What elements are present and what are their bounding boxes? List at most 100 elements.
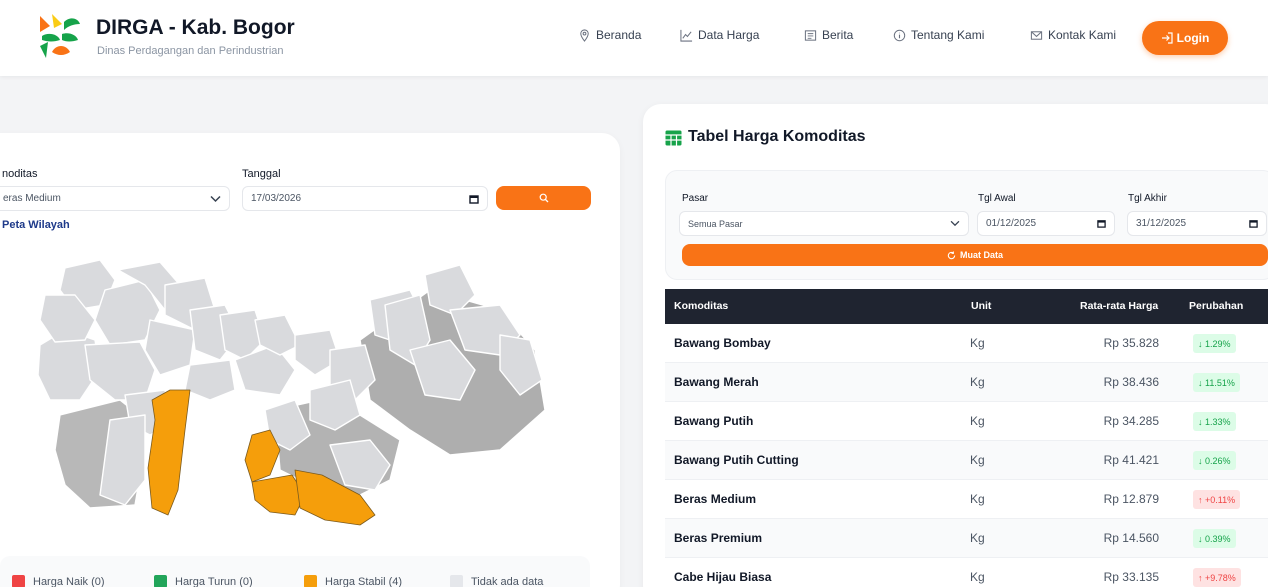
nav-data-harga[interactable]: Data Harga (680, 28, 759, 42)
legend-harga-turun: Harga Turun (0) (154, 575, 253, 587)
location-pin-icon (580, 28, 589, 42)
commodity-unit: Kg (970, 453, 985, 467)
info-icon (893, 29, 906, 41)
map-region (84, 341, 156, 401)
commodity-name: Bawang Putih (674, 414, 754, 428)
commodity-unit: Kg (970, 414, 985, 428)
komoditas-value: eras Medium (3, 193, 61, 204)
table-row[interactable]: Bawang Merah Kg Rp 38.436 ↓ 11.51% (665, 363, 1268, 402)
pasar-value: Semua Pasar (688, 218, 743, 229)
chevron-down-icon (210, 195, 221, 202)
commodity-name: Cabe Hijau Biasa (674, 570, 772, 584)
commodity-name: Bawang Bombay (674, 336, 771, 350)
commodity-price: Rp 12.879 (1103, 492, 1159, 506)
col-rata-rata-harga[interactable]: Rata-rata Harga (1080, 300, 1158, 312)
commodity-price: Rp 41.421 (1103, 453, 1159, 467)
legend-tidak-ada-data: Tidak ada data (450, 575, 543, 587)
table-row[interactable]: Beras Medium Kg Rp 12.879 ↑ +0.11% (665, 480, 1268, 519)
nav-label: Data Harga (698, 28, 760, 42)
col-komoditas[interactable]: Komoditas (674, 300, 728, 312)
map-region-stable (147, 389, 191, 516)
commodity-unit: Kg (970, 570, 985, 584)
region-map[interactable] (30, 250, 550, 530)
legend-swatch (304, 575, 317, 587)
map-title: Peta Wilayah (2, 219, 70, 231)
col-perubahan[interactable]: Perubahan (1189, 300, 1243, 312)
table-row[interactable]: Bawang Putih Cutting Kg Rp 41.421 ↓ 0.26% (665, 441, 1268, 480)
chevron-down-icon (950, 220, 960, 227)
col-unit[interactable]: Unit (971, 300, 991, 312)
calendar-icon (1097, 220, 1106, 228)
pasar-label: Pasar (682, 193, 709, 204)
calendar-icon (1249, 220, 1258, 228)
search-button[interactable] (496, 186, 591, 210)
tgl-awal-input[interactable]: 01/12/2025 (977, 211, 1115, 236)
map-region (184, 359, 236, 401)
tanggal-label: Tanggal (242, 168, 281, 180)
change-badge: ↓ 1.33% (1193, 412, 1236, 431)
legend-swatch (12, 575, 25, 587)
tgl-akhir-value: 31/12/2025 (1136, 218, 1187, 229)
mail-icon (1030, 30, 1043, 40)
brand-subtitle: Dinas Perdagangan dan Perindustrian (97, 45, 284, 57)
table-header: Komoditas Unit Rata-rata Harga Perubahan (665, 289, 1268, 324)
muat-data-button[interactable]: Muat Data (682, 244, 1268, 266)
nav-kontak-kami[interactable]: Kontak Kami (1030, 28, 1116, 42)
commodity-unit: Kg (970, 531, 985, 545)
chart-line-icon (680, 29, 693, 42)
refresh-icon (947, 250, 956, 259)
commodity-price: Rp 34.285 (1103, 414, 1159, 428)
commodity-unit: Kg (970, 336, 985, 350)
table-icon (665, 130, 682, 146)
commodity-name: Bawang Putih Cutting (674, 453, 799, 467)
login-button[interactable]: Login (1142, 21, 1228, 55)
table-title: Tabel Harga Komoditas (688, 128, 866, 145)
commodity-price: Rp 14.560 (1103, 531, 1159, 545)
calendar-icon (469, 194, 479, 204)
commodity-name: Beras Premium (674, 531, 763, 545)
nav-beranda[interactable]: Beranda (578, 28, 641, 42)
commodity-unit: Kg (970, 375, 985, 389)
change-badge: ↓ 0.26% (1193, 451, 1236, 470)
tgl-akhir-input[interactable]: 31/12/2025 (1127, 211, 1267, 236)
commodity-price: Rp 35.828 (1103, 336, 1159, 350)
change-badge: ↓ 11.51% (1193, 373, 1240, 392)
nav-label: Tentang Kami (911, 28, 985, 42)
legend-label: Tidak ada data (471, 575, 544, 587)
legend-label: Harga Stabil (4) (325, 575, 403, 587)
change-badge: ↑ +9.78% (1193, 568, 1241, 587)
table-row[interactable]: Bawang Putih Kg Rp 34.285 ↓ 1.33% (665, 402, 1268, 441)
legend-label: Harga Turun (0) (175, 575, 253, 587)
commodity-price: Rp 33.135 (1103, 570, 1159, 584)
legend-harga-stabil: Harga Stabil (4) (304, 575, 402, 587)
commodity-unit: Kg (970, 492, 985, 506)
table-row[interactable]: Cabe Hijau Biasa Kg Rp 33.135 ↑ +9.78% (665, 558, 1268, 587)
muat-data-label: Muat Data (959, 250, 1003, 260)
brand-title[interactable]: DIRGA - Kab. Bogor (96, 16, 295, 40)
change-badge: ↓ 0.39% (1193, 529, 1236, 548)
legend-harga-naik: Harga Naik (0) (12, 575, 105, 587)
table-row[interactable]: Beras Premium Kg Rp 14.560 ↓ 0.39% (665, 519, 1268, 558)
nav-label: Beranda (596, 28, 642, 42)
dirga-logo[interactable] (36, 12, 82, 60)
nav-label: Berita (822, 28, 854, 42)
legend-swatch (154, 575, 167, 587)
pasar-select[interactable]: Semua Pasar (679, 211, 969, 236)
login-label: Login (1176, 31, 1210, 45)
map-region (254, 314, 301, 356)
top-navbar: DIRGA - Kab. Bogor Dinas Perdagangan dan… (0, 0, 1268, 76)
change-badge: ↓ 1.29% (1193, 334, 1236, 353)
tanggal-input[interactable]: 17/03/2026 (242, 186, 488, 211)
commodity-name: Bawang Merah (674, 375, 759, 389)
tgl-awal-value: 01/12/2025 (986, 218, 1037, 229)
nav-label: Kontak Kami (1048, 28, 1117, 42)
newspaper-icon (804, 29, 817, 41)
nav-tentang-kami[interactable]: Tentang Kami (893, 28, 984, 42)
komoditas-select[interactable]: eras Medium (0, 186, 230, 211)
commodity-name: Beras Medium (674, 492, 757, 506)
komoditas-label: noditas (2, 168, 38, 180)
nav-berita[interactable]: Berita (804, 28, 853, 42)
legend-label: Harga Naik (0) (33, 575, 105, 587)
table-row[interactable]: Bawang Bombay Kg Rp 35.828 ↓ 1.29% (665, 324, 1268, 363)
tgl-akhir-label: Tgl Akhir (1128, 193, 1167, 204)
